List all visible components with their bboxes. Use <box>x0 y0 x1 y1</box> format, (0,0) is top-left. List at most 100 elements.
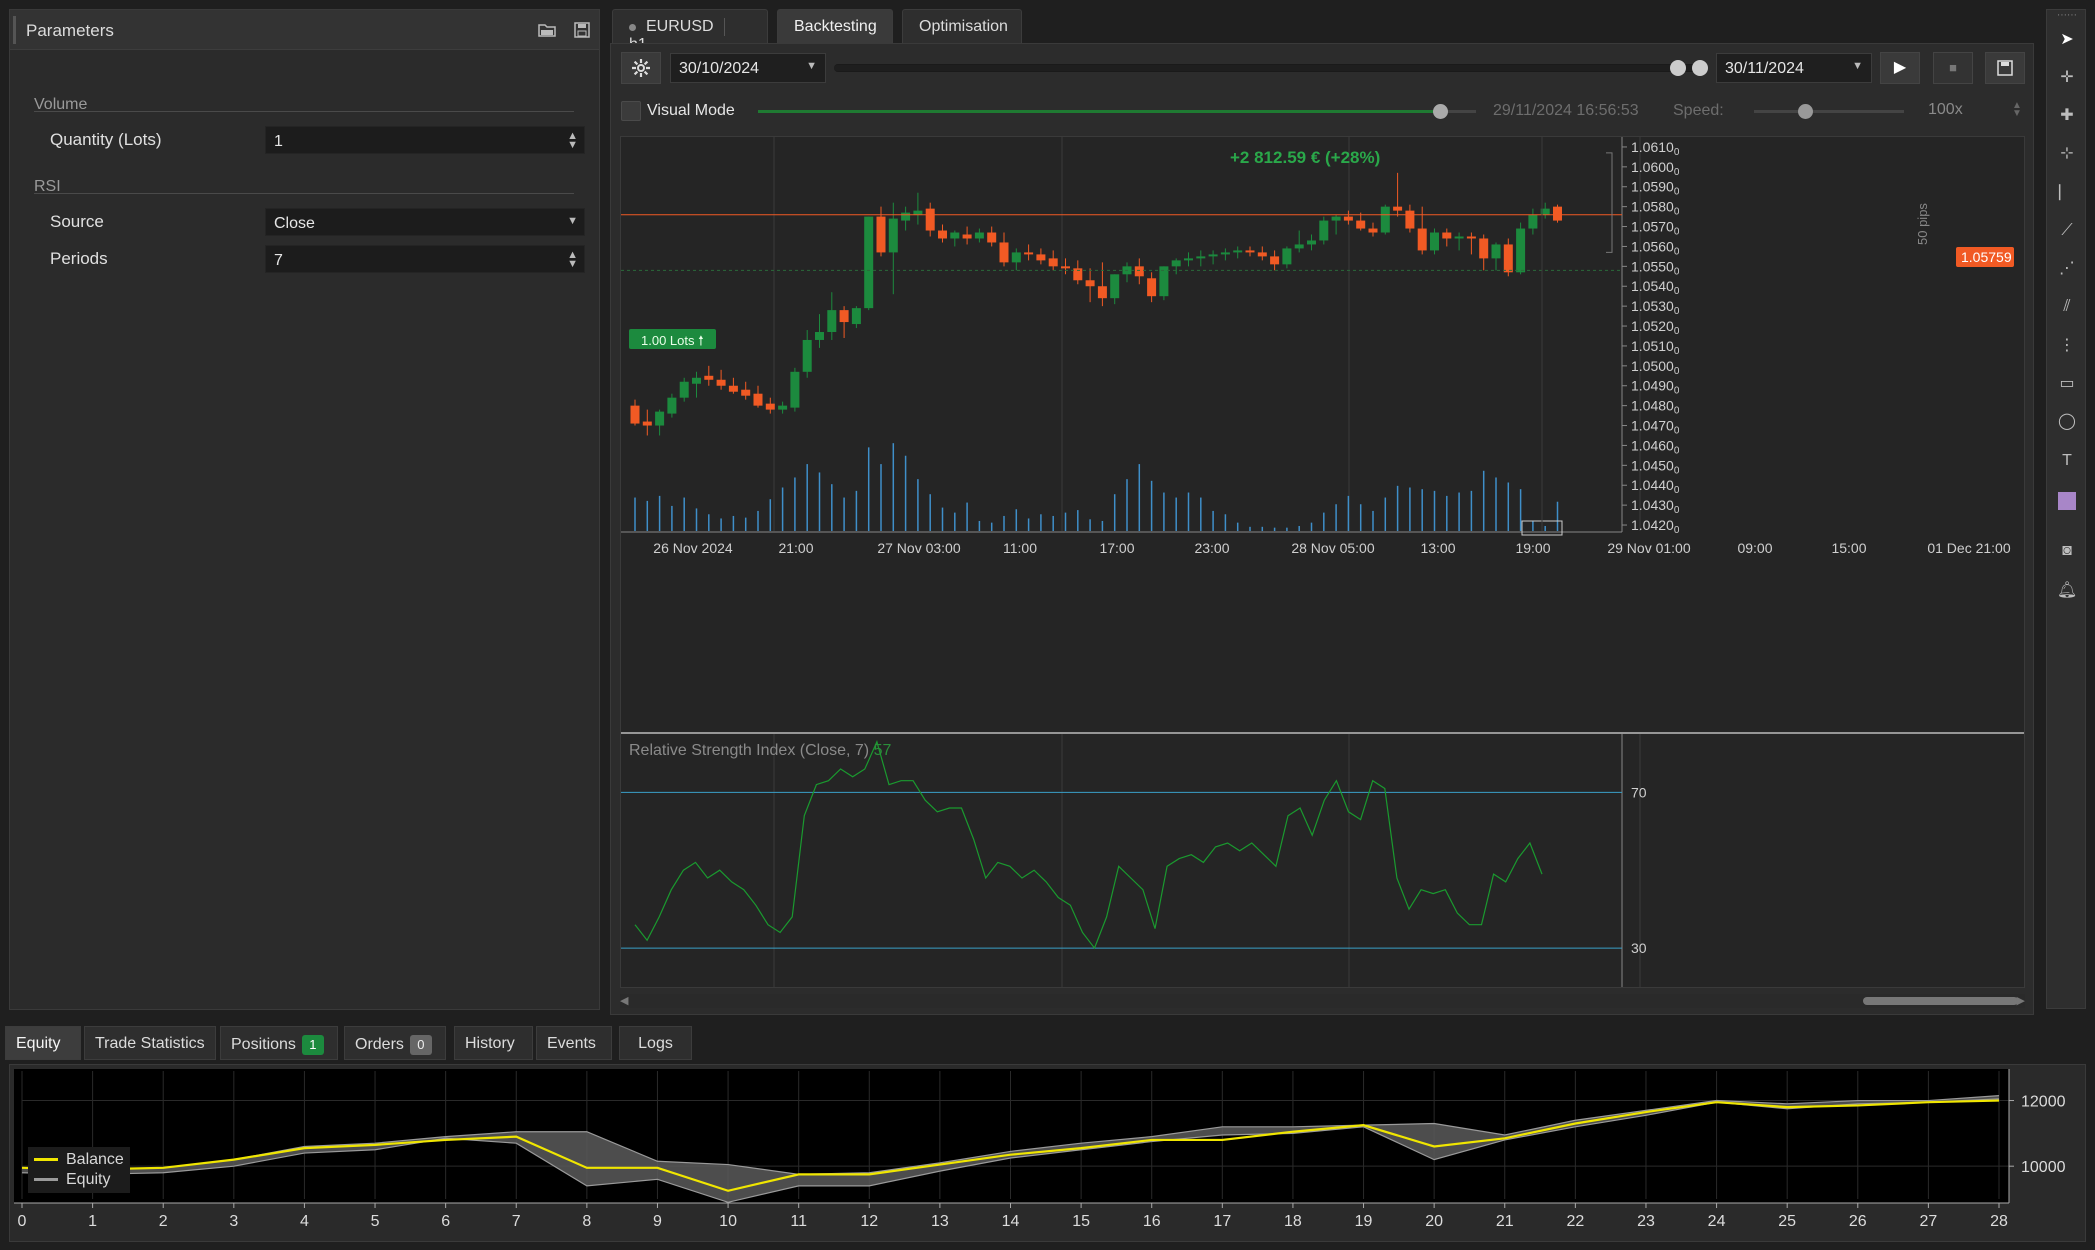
visual-mode-checkbox[interactable] <box>621 101 641 121</box>
start-date-value: 30/10/2024 <box>679 60 760 77</box>
source-label: Source <box>50 212 104 231</box>
candle-body <box>974 232 984 239</box>
candle-body <box>1319 220 1329 241</box>
camera-icon[interactable]: ◙ <box>2056 540 2078 562</box>
fibonacci-levels-icon[interactable]: ⋮ <box>2056 335 2078 357</box>
open-folder-icon[interactable] <box>538 22 556 38</box>
candle-body <box>901 212 911 221</box>
source-dropdown[interactable]: Close ▼ <box>265 208 585 236</box>
start-date-picker[interactable]: 30/10/2024 ▼ <box>670 53 826 83</box>
price-tick-subscript: 0 <box>1674 485 1680 496</box>
visual-progress-track[interactable] <box>758 110 1476 113</box>
settings-button[interactable] <box>621 52 661 84</box>
equity-plot-bg <box>14 1069 2009 1203</box>
speed-handle[interactable] <box>1798 104 1813 119</box>
tab-events[interactable]: Events <box>536 1026 612 1060</box>
speed-slider[interactable] <box>1754 110 1904 113</box>
candle-body <box>1343 216 1353 221</box>
speed-stepper-icon[interactable]: ▲ ▼ <box>2012 101 2022 119</box>
crosshair-icon[interactable]: ✛ <box>2056 67 2078 89</box>
crosshair-measure-icon[interactable]: ✚ <box>2056 105 2078 127</box>
equity-x-label: 4 <box>300 1213 309 1230</box>
candle-body <box>1516 228 1526 273</box>
candle-body <box>655 411 665 426</box>
equity-chart[interactable]: 10000120000 1 2 3 4 5 6 7 8 9 10 11 12 13 14 15 16 17 18 19… <box>10 1065 2085 1241</box>
stepper-arrows-icon[interactable]: ▲ ▼ <box>567 131 578 151</box>
stepper-arrows-icon[interactable]: ▲ ▼ <box>567 250 578 270</box>
scrollbar-thumb[interactable] <box>1863 997 2018 1005</box>
ellipse-icon[interactable]: ◯ <box>2056 411 2078 433</box>
equity-y-label: 12000 <box>2021 1094 2066 1111</box>
rsi-last-value: 57 <box>873 742 892 759</box>
cursor-icon[interactable]: ➤ <box>2056 29 2078 51</box>
date-range-slider[interactable] <box>834 64 1706 72</box>
chart-scrollbar[interactable]: ◀ ▶ <box>620 994 2025 1008</box>
pips-value: 50 pips <box>1915 203 1930 245</box>
tab-trade-statistics[interactable]: Trade Statistics <box>84 1026 216 1060</box>
price-tick-subscript: 0 <box>1674 445 1680 456</box>
tab-orders[interactable]: Orders 0 <box>344 1026 446 1060</box>
rectangle-icon[interactable]: ▭ <box>2056 373 2078 395</box>
parameters-title: Parameters <box>26 21 114 40</box>
position-badge[interactable]: 1.00 Lots 🠕 <box>629 329 716 349</box>
legend-label: Balance <box>66 1151 124 1168</box>
candle-body <box>1466 236 1476 239</box>
candle-body <box>1048 258 1058 267</box>
tab-symbol[interactable]: EURUSDh1 <box>612 9 768 53</box>
time-tick-label: 26 Nov 2024 <box>653 540 733 556</box>
equity-x-label: 12 <box>860 1213 878 1230</box>
equity-x-label: 26 <box>1849 1213 1867 1230</box>
equity-x-label: 24 <box>1708 1213 1726 1230</box>
price-tick-subscript: 0 <box>1674 326 1680 337</box>
vertical-line-icon[interactable]: ⎸ <box>2056 182 2078 204</box>
save-report-button[interactable] <box>1985 52 2025 84</box>
price-tick-label: 1.04900 <box>1631 378 1680 397</box>
candle-body <box>1553 206 1562 221</box>
drag-grip-icon[interactable] <box>13 16 16 44</box>
rsi-pane[interactable]: 70 30 <box>621 734 2024 987</box>
tab-backtesting[interactable]: Backtesting <box>777 9 893 43</box>
tab-positions[interactable]: Positions 1 <box>220 1026 338 1060</box>
chart-area[interactable]: 1.06100 1.06000 1.05900 1.05800 1.05700 1.056… <box>620 136 2025 988</box>
play-button[interactable]: ▶ <box>1880 52 1920 84</box>
range-fill <box>834 65 1706 71</box>
chart-grid <box>773 137 1641 531</box>
end-date-picker[interactable]: 30/11/2024 ▼ <box>1716 53 1872 83</box>
price-axis: 1.061001.060001.059001.058001.057001.056… <box>621 137 1680 536</box>
fibonacci-icon[interactable]: ⋰ <box>2056 258 2078 280</box>
price-tick-subscript: 0 <box>1674 426 1680 437</box>
price-chart[interactable]: 1.061001.060001.059001.058001.057001.056… <box>621 137 2024 734</box>
color-swatch-icon[interactable] <box>2056 490 2078 512</box>
candle-body <box>679 381 689 398</box>
equity-x-label: 18 <box>1284 1213 1302 1230</box>
equity-x-label: 25 <box>1778 1213 1796 1230</box>
equity-x-label: 21 <box>1496 1213 1514 1230</box>
pitchfork-icon[interactable]: ⫽ <box>2056 296 2078 318</box>
save-icon[interactable] <box>573 22 591 38</box>
tab-optimisation[interactable]: Optimisation <box>902 9 1022 43</box>
text-icon[interactable]: T <box>2056 450 2078 472</box>
stop-button[interactable]: ■ <box>1933 52 1973 84</box>
equity-x-label: 2 <box>159 1213 168 1230</box>
toolbar-grip-icon[interactable]: ⋯⋯ <box>2056 11 2078 21</box>
visual-progress-handle[interactable] <box>1433 104 1449 119</box>
range-start-handle[interactable] <box>1670 60 1686 76</box>
time-tick-label: 27 Nov 03:00 <box>877 540 960 556</box>
chevron-down-icon: ▼ <box>806 60 817 72</box>
equity-x-label: 5 <box>371 1213 380 1230</box>
alert-bell-icon[interactable]: 🔔︎ <box>2056 580 2078 602</box>
status-dot-icon <box>629 23 636 31</box>
tab-logs[interactable]: Logs <box>619 1026 692 1060</box>
zoom-area-icon[interactable]: ⊹ <box>2056 143 2078 165</box>
tab-history[interactable]: History <box>454 1026 533 1060</box>
candles <box>630 172 1562 436</box>
candle-body <box>1061 266 1070 269</box>
trendline-icon[interactable]: ⟋ <box>2056 220 2078 242</box>
price-tick-label: 1.05500 <box>1631 258 1680 277</box>
quantity-stepper[interactable]: 1 ▲ ▼ <box>265 126 585 154</box>
tab-equity[interactable]: Equity <box>5 1026 81 1060</box>
periods-stepper[interactable]: 7 ▲ ▼ <box>265 245 585 273</box>
scroll-right-icon[interactable]: ▶ <box>2017 994 2025 1007</box>
range-end-handle[interactable] <box>1692 60 1708 76</box>
scroll-left-icon[interactable]: ◀ <box>620 994 628 1007</box>
